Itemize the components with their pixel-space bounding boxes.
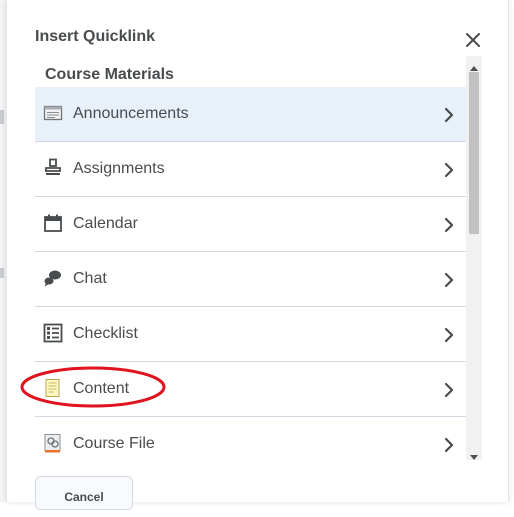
chevron-right-icon — [443, 272, 455, 288]
list-item-chat[interactable]: Chat — [35, 252, 466, 307]
chevron-right-icon — [443, 217, 455, 233]
assignments-icon — [43, 158, 63, 178]
background-mark — [0, 268, 4, 278]
chevron-right-icon — [443, 107, 455, 123]
announcements-icon — [43, 103, 63, 123]
chevron-right-icon — [443, 162, 455, 178]
chevron-right-icon — [443, 437, 455, 453]
list-item-label: Chat — [73, 270, 107, 287]
checklist-icon — [43, 323, 63, 343]
course-file-icon — [43, 433, 63, 453]
list-item-label: Course File — [73, 435, 155, 452]
list-item-assignments[interactable]: Assignments — [35, 142, 466, 197]
calendar-icon — [43, 213, 63, 233]
list-item-label: Content — [73, 380, 130, 397]
list-item-checklist[interactable]: Checklist — [35, 307, 466, 362]
list-item-label: Calendar — [73, 215, 138, 232]
insert-quicklink-dialog: Insert Quicklink Course Materials Announ… — [6, 0, 509, 510]
list-item-course-file[interactable]: Course File — [35, 417, 466, 460]
background-mark — [0, 110, 4, 124]
quicklink-list: Announcements Assignments Calendar Chat … — [35, 87, 466, 460]
chat-icon — [43, 268, 63, 288]
list-item-label: Checklist — [73, 325, 138, 342]
dialog-title: Insert Quicklink — [35, 28, 156, 45]
close-icon[interactable] — [463, 30, 483, 50]
list-item-content[interactable]: Content — [35, 362, 466, 417]
cancel-button[interactable]: Cancel — [35, 476, 133, 510]
list-scrollbar[interactable] — [466, 56, 482, 460]
list-item-label: Assignments — [73, 160, 165, 177]
list-item-calendar[interactable]: Calendar — [35, 197, 466, 252]
section-heading: Course Materials — [45, 66, 174, 83]
scroll-down-arrow-icon[interactable] — [470, 448, 478, 460]
list-item-announcements[interactable]: Announcements — [35, 87, 466, 142]
scrollbar-thumb[interactable] — [469, 72, 479, 234]
chevron-right-icon — [443, 382, 455, 398]
list-item-label: Announcements — [73, 105, 189, 122]
chevron-right-icon — [443, 327, 455, 343]
scroll-up-arrow-icon[interactable] — [470, 60, 478, 71]
content-icon — [43, 378, 63, 398]
